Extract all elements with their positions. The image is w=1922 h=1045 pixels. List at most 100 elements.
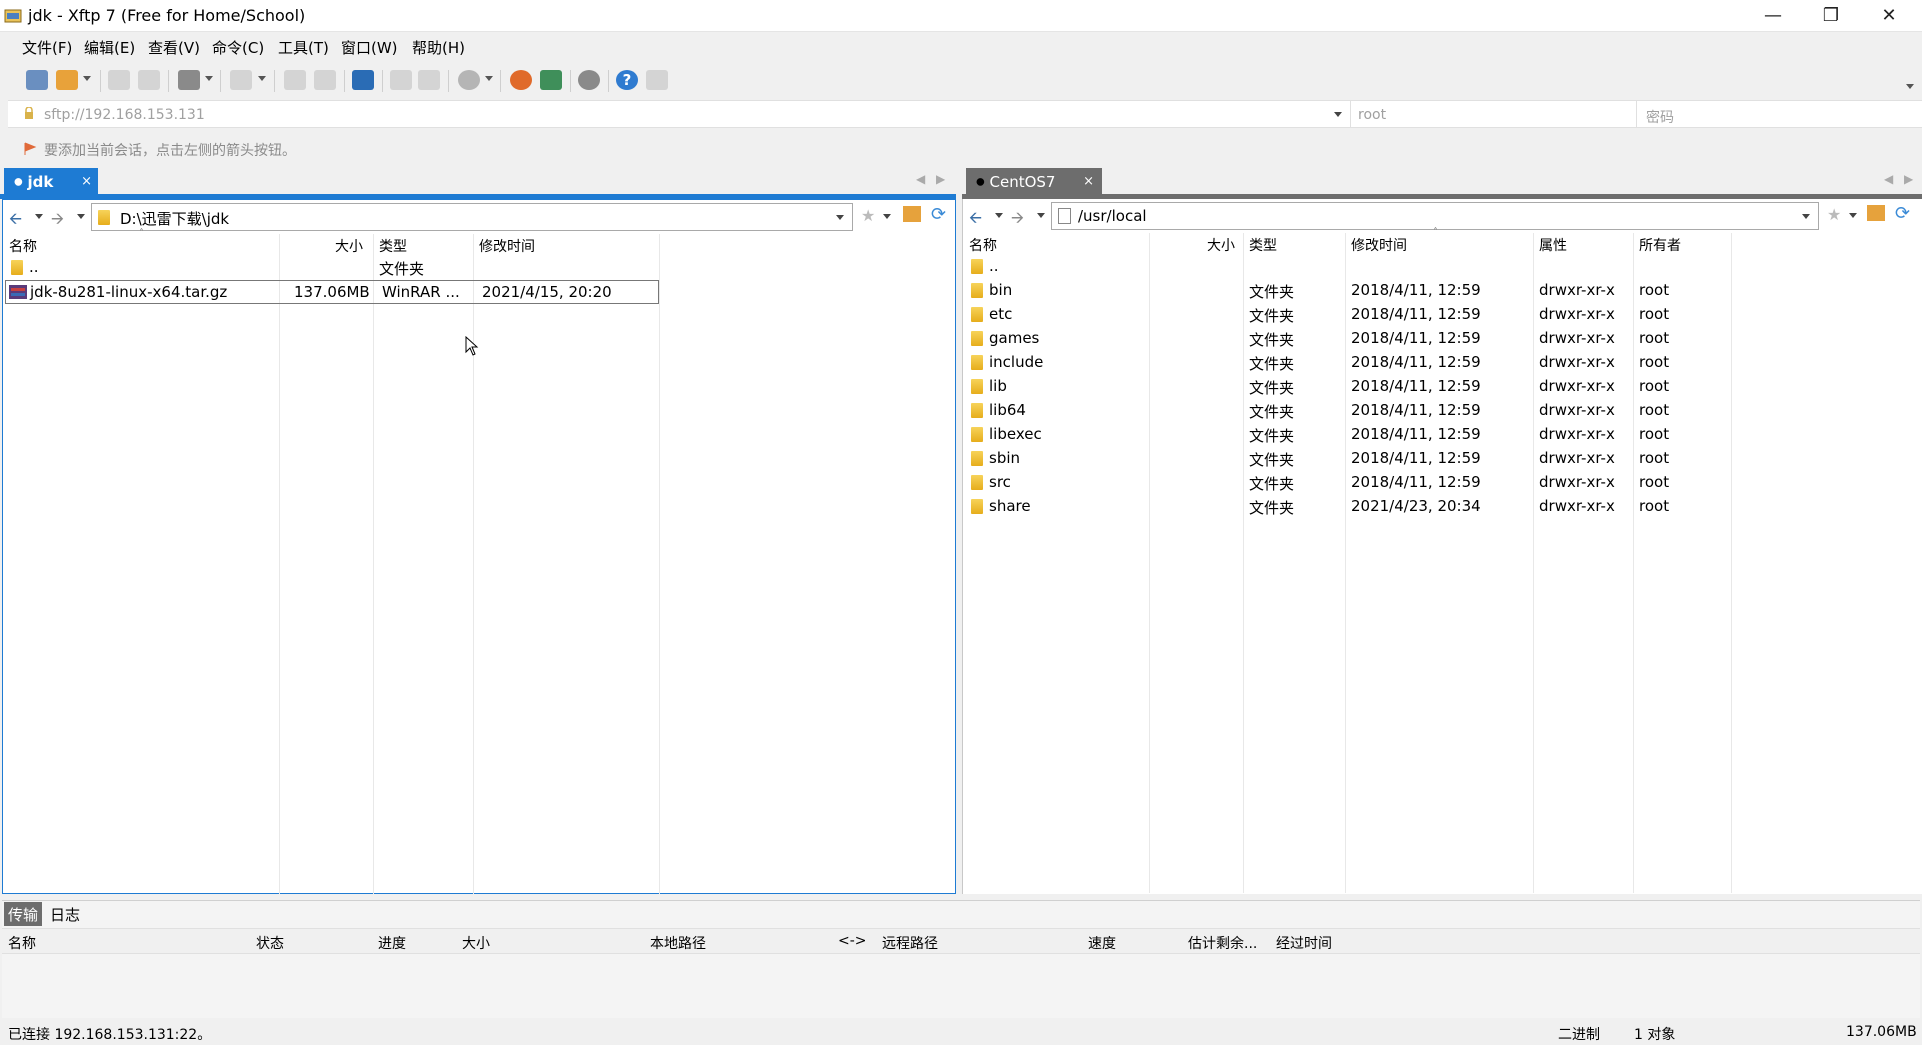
chevron-down-icon[interactable] [883,214,891,219]
bookmark-icon[interactable]: ★ [861,206,875,225]
add-session-arrow-icon[interactable] [22,141,38,157]
table-row[interactable]: sbin 文件夹 2018/4/11, 12:59 drwxr-xr-x root [963,447,1921,471]
minimize-button[interactable]: — [1744,0,1802,32]
chevron-down-icon[interactable] [485,76,493,81]
menu-file[interactable]: 文件(F) [22,37,72,58]
col-owner[interactable]: 所有者 [1639,235,1681,255]
scroll-left-icon[interactable]: ◀ [916,172,925,186]
close-tab-icon[interactable]: × [81,168,92,196]
host-input[interactable]: sftp://192.168.153.131 [44,107,205,123]
back-arrow-icon[interactable]: 🡨 [969,207,982,234]
tab-transfer[interactable]: 传输 [4,902,42,926]
col-size[interactable]: 大小 [1207,235,1235,255]
col-name[interactable]: 名称 [969,235,997,255]
col-attr[interactable]: 属性 [1539,235,1567,255]
bookmark-icon[interactable]: ★ [1827,205,1841,224]
scroll-left-icon[interactable]: ◀ [1884,172,1893,186]
col-local-path[interactable]: 本地路径 [650,933,706,953]
help-icon[interactable]: ? [616,70,638,90]
col-type[interactable]: 类型 [1249,235,1277,255]
chevron-down-icon[interactable] [205,76,213,81]
col-modified[interactable]: 修改时间 [479,236,535,256]
table-row[interactable]: bin 文件夹 2018/4/11, 12:59 drwxr-xr-x root [963,279,1921,303]
col-size[interactable]: 大小 [462,933,490,953]
scroll-right-icon[interactable]: ▶ [936,172,945,186]
chevron-down-icon[interactable] [77,214,85,219]
menu-help[interactable]: 帮助(H) [412,37,465,58]
table-row[interactable]: share 文件夹 2021/4/23, 20:34 drwxr-xr-x root [963,495,1921,519]
close-tab-icon[interactable]: × [1083,168,1094,196]
chevron-down-icon[interactable] [1037,213,1045,218]
table-row[interactable]: .. [963,255,1921,279]
queue-icon[interactable] [390,70,412,90]
restore-button[interactable]: ❐ [1802,0,1860,32]
chevron-down-icon[interactable] [836,215,844,220]
chevron-down-icon[interactable] [1849,213,1857,218]
encoding-icon[interactable] [458,70,480,90]
col-type[interactable]: 类型 [379,236,407,256]
refresh-icon[interactable]: ⟳ [1895,203,1910,224]
chevron-down-icon[interactable] [995,213,1003,218]
home-folder-icon[interactable] [903,206,921,222]
col-direction[interactable]: <-> [838,933,867,949]
connect-icon[interactable] [108,70,130,90]
col-progress[interactable]: 进度 [378,933,406,953]
menu-command[interactable]: 命令(C) [212,37,264,58]
close-button[interactable]: ✕ [1860,0,1918,32]
table-row[interactable]: libexec 文件夹 2018/4/11, 12:59 drwxr-xr-x root [963,423,1921,447]
chevron-down-icon[interactable] [83,76,91,81]
col-name[interactable]: 名称 [9,236,37,256]
gear-icon[interactable] [578,70,600,90]
local-path-field[interactable]: D:\迅雷下载\jdk [91,203,853,231]
copy-icon[interactable] [284,70,306,90]
back-arrow-icon[interactable]: 🡨 [9,208,22,235]
new-session-icon[interactable] [26,70,48,90]
col-speed[interactable]: 速度 [1088,933,1116,953]
col-status[interactable]: 状态 [256,933,284,953]
password-input[interactable]: 密码 [1646,107,1674,127]
scroll-right-icon[interactable]: ▶ [1904,172,1913,186]
menu-edit[interactable]: 编辑(E) [84,37,135,58]
tab-local-jdk[interactable]: ● jdk × [4,168,98,196]
session-settings-icon[interactable] [178,70,200,90]
chevron-down-icon[interactable] [258,76,266,81]
host-dropdown-icon[interactable] [1334,112,1342,117]
home-folder-icon[interactable] [1867,205,1885,221]
tab-remote-centos7[interactable]: ● CentOS7 × [966,168,1102,196]
col-modified[interactable]: 修改时间 [1351,235,1407,255]
table-row[interactable]: jdk-8u281-linux-x64.tar.gz 137.06MB WinR… [5,280,659,304]
tab-log[interactable]: 日志 [50,904,80,925]
table-row[interactable]: lib64 文件夹 2018/4/11, 12:59 drwxr-xr-x root [963,399,1921,423]
table-row[interactable]: games 文件夹 2018/4/11, 12:59 drwxr-xr-x root [963,327,1921,351]
username-input[interactable]: root [1358,107,1386,123]
col-remote-path[interactable]: 远程路径 [882,933,938,953]
paste-icon[interactable] [314,70,336,90]
chevron-down-icon[interactable] [1802,214,1810,219]
forward-arrow-icon[interactable]: 🡪 [1011,207,1024,234]
menu-view[interactable]: 查看(V) [148,37,200,58]
forward-arrow-icon[interactable]: 🡪 [51,208,64,235]
col-name[interactable]: 名称 [8,933,36,953]
xshell-icon[interactable] [510,70,532,90]
open-folder-icon[interactable] [56,70,78,90]
chat-icon[interactable] [646,70,668,90]
col-size[interactable]: 大小 [335,236,363,256]
menu-tools[interactable]: 工具(T) [278,37,329,58]
menu-window[interactable]: 窗口(W) [341,37,398,58]
script-icon[interactable] [540,70,562,90]
chevron-down-icon[interactable] [35,214,43,219]
table-row[interactable]: lib 文件夹 2018/4/11, 12:59 drwxr-xr-x root [963,375,1921,399]
table-row[interactable]: src 文件夹 2018/4/11, 12:59 drwxr-xr-x root [963,471,1921,495]
screen-icon[interactable] [230,70,252,90]
remote-path-field[interactable]: /usr/local [1051,202,1819,230]
transfer-icon[interactable] [352,70,374,90]
table-row[interactable]: .. 文件夹 [3,256,659,280]
table-row[interactable]: etc 文件夹 2018/4/11, 12:59 drwxr-xr-x root [963,303,1921,327]
col-elapsed[interactable]: 经过时间 [1276,933,1332,953]
toolbar-overflow-icon[interactable] [1906,84,1914,89]
queue-stop-icon[interactable] [418,70,440,90]
refresh-icon[interactable]: ⟳ [931,204,946,225]
disconnect-icon[interactable] [138,70,160,90]
table-row[interactable]: include 文件夹 2018/4/11, 12:59 drwxr-xr-x root [963,351,1921,375]
col-eta[interactable]: 估计剩余... [1188,933,1257,953]
